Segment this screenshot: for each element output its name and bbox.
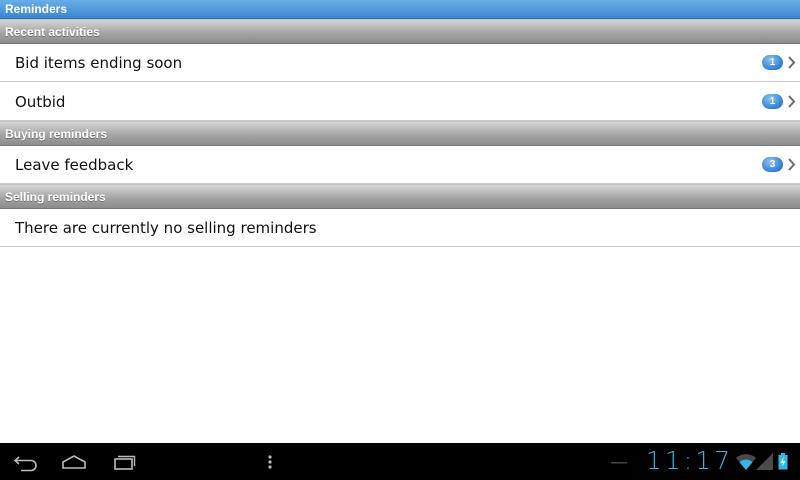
section-header-label: Buying reminders [5, 127, 108, 141]
count-badge: 1 [762, 94, 783, 109]
list-item-label: Bid items ending soon [15, 54, 183, 72]
home-icon[interactable] [60, 452, 88, 472]
chevron-right-icon [788, 158, 796, 171]
section-header-buying-reminders: Buying reminders [0, 121, 800, 146]
list-item-label: Outbid [15, 93, 66, 111]
list-item-leave-feedback[interactable]: Leave feedback 3 [0, 146, 800, 184]
section-header-label: Selling reminders [5, 190, 106, 204]
count-badge: 1 [762, 55, 783, 70]
notification-dash-icon [611, 462, 627, 464]
wifi-icon [736, 454, 756, 470]
chevron-right-icon [788, 95, 796, 108]
section-header-selling-reminders: Selling reminders [0, 184, 800, 209]
section-header-label: Recent activities [5, 25, 100, 39]
system-nav-bar: 11:17 [0, 443, 800, 480]
title-bar: Reminders [0, 0, 800, 19]
list-item-label: Leave feedback [15, 156, 134, 174]
app-screen: Reminders Recent activities Bid items en… [0, 0, 800, 480]
section-header-recent-activities: Recent activities [0, 19, 800, 44]
empty-state-text: There are currently no selling reminders [15, 219, 317, 237]
menu-icon[interactable] [256, 452, 284, 472]
recent-apps-icon[interactable] [110, 452, 138, 472]
status-clock: 11:17 [646, 446, 734, 475]
signal-icon [756, 453, 773, 470]
list-item-no-selling-reminders: There are currently no selling reminders [0, 209, 800, 247]
battery-icon [778, 453, 788, 470]
list-item-bid-items-ending-soon[interactable]: Bid items ending soon 1 [0, 44, 800, 82]
list-item-outbid[interactable]: Outbid 1 [0, 83, 800, 121]
back-icon[interactable] [12, 452, 40, 472]
count-badge: 3 [762, 157, 783, 172]
app-title: Reminders [5, 2, 68, 16]
chevron-right-icon [788, 56, 796, 69]
